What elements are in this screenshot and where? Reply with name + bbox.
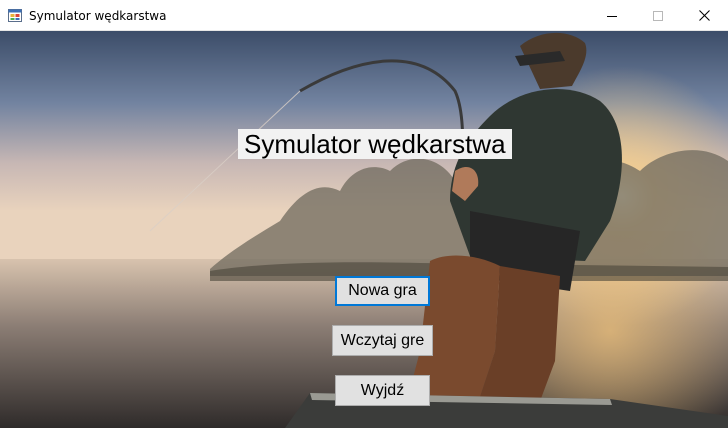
minimize-icon [607,15,617,17]
maximize-icon [653,10,663,21]
app-icon [8,9,22,22]
title-bar[interactable]: Symulator wędkarstwa [0,0,728,31]
load-game-button[interactable]: Wczytaj gre [332,325,433,356]
maximize-button[interactable] [635,0,681,31]
app-heading: Symulator wędkarstwa [238,129,512,159]
background-image [0,31,728,428]
app-window: Symulator wędkarstwa Symulator wędkarstw… [0,0,728,428]
minimize-button[interactable] [589,0,635,31]
main-panel: Symulator wędkarstwa Nowa gra Wczytaj gr… [0,31,728,428]
window-title: Symulator wędkarstwa [29,9,167,23]
new-game-button[interactable]: Nowa gra [335,276,430,306]
close-icon [698,10,710,21]
close-button[interactable] [681,0,727,31]
exit-button[interactable]: Wyjdź [335,375,430,406]
